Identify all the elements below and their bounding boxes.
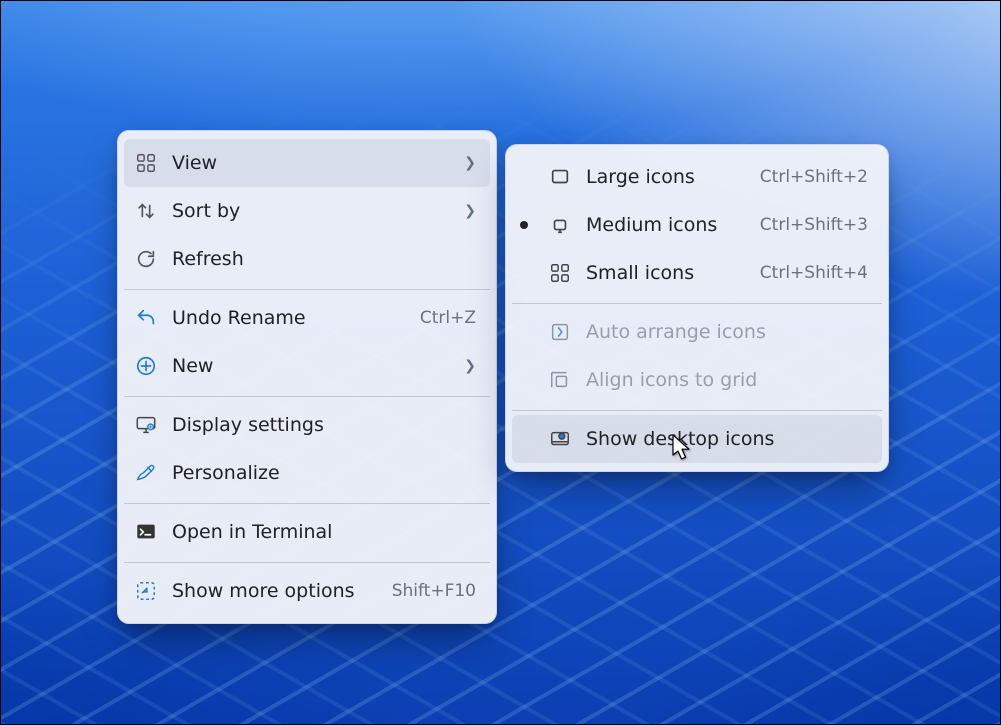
chevron-right-icon: ❯	[462, 203, 476, 219]
menu-item-label: Undo Rename	[172, 307, 406, 329]
menu-item-label: Refresh	[172, 248, 476, 270]
more-options-icon	[134, 579, 158, 603]
menu-item-accelerator: Ctrl+Z	[420, 308, 476, 328]
menu-item-accelerator: Ctrl+Shift+4	[760, 263, 868, 283]
large-icons-icon	[548, 165, 572, 189]
menu-item-label: Auto arrange icons	[586, 321, 868, 343]
menu-item-accelerator: Shift+F10	[392, 581, 476, 601]
chevron-right-icon: ❯	[462, 155, 476, 171]
menu-item-open-in-terminal[interactable]: Open in Terminal	[124, 508, 490, 556]
sort-icon	[134, 199, 158, 223]
menu-item-label: View	[172, 152, 454, 174]
grid-icon	[134, 151, 158, 175]
menu-item-personalize[interactable]: Personalize	[124, 449, 490, 497]
chevron-right-icon: ❯	[462, 358, 476, 374]
submenu-item-large-icons[interactable]: Large icons Ctrl+Shift+2	[512, 153, 882, 201]
undo-icon	[134, 306, 158, 330]
desktop-context-menu: View ❯ Sort by ❯ Refresh	[117, 130, 497, 624]
menu-group: Show desktop icons	[512, 410, 882, 465]
menu-group: Large icons Ctrl+Shift+2 Medium icons Ct…	[512, 151, 882, 299]
submenu-item-medium-icons[interactable]: Medium icons Ctrl+Shift+3	[512, 201, 882, 249]
menu-item-label: Large icons	[586, 166, 746, 188]
submenu-item-show-desktop-icons[interactable]: Show desktop icons	[512, 415, 882, 463]
menu-item-label: Sort by	[172, 200, 454, 222]
menu-item-new[interactable]: New ❯	[124, 342, 490, 390]
menu-group: Show more options Shift+F10	[124, 562, 490, 617]
personalize-icon	[134, 461, 158, 485]
menu-group: Undo Rename Ctrl+Z New ❯	[124, 289, 490, 392]
menu-item-view[interactable]: View ❯	[124, 139, 490, 187]
menu-item-label: Medium icons	[586, 214, 746, 236]
submenu-item-auto-arrange[interactable]: Auto arrange icons	[512, 308, 882, 356]
menu-item-show-more-options[interactable]: Show more options Shift+F10	[124, 567, 490, 615]
display-settings-icon	[134, 413, 158, 437]
menu-item-undo-rename[interactable]: Undo Rename Ctrl+Z	[124, 294, 490, 342]
menu-item-label: Personalize	[172, 462, 476, 484]
new-icon	[134, 354, 158, 378]
submenu-item-align-to-grid[interactable]: Align icons to grid	[512, 356, 882, 404]
menu-item-label: Small icons	[586, 262, 746, 284]
view-submenu: Large icons Ctrl+Shift+2 Medium icons Ct…	[505, 144, 889, 472]
terminal-icon	[134, 520, 158, 544]
submenu-item-small-icons[interactable]: Small icons Ctrl+Shift+4	[512, 249, 882, 297]
menu-item-sort-by[interactable]: Sort by ❯	[124, 187, 490, 235]
menu-item-accelerator: Ctrl+Shift+3	[760, 215, 868, 235]
menu-group: Open in Terminal	[124, 503, 490, 558]
show-desktop-icons-icon	[548, 427, 572, 451]
menu-item-label: Align icons to grid	[586, 369, 868, 391]
auto-arrange-icon	[548, 320, 572, 344]
menu-group: Auto arrange icons Align icons to grid	[512, 303, 882, 406]
menu-item-display-settings[interactable]: Display settings	[124, 401, 490, 449]
menu-item-label: Show desktop icons	[586, 428, 868, 450]
menu-item-label: Open in Terminal	[172, 521, 476, 543]
menu-item-accelerator: Ctrl+Shift+2	[760, 167, 868, 187]
menu-group: Display settings Personalize	[124, 396, 490, 499]
menu-item-label: Display settings	[172, 414, 476, 436]
medium-icons-icon	[548, 213, 572, 237]
menu-group: View ❯ Sort by ❯ Refresh	[124, 137, 490, 285]
refresh-icon	[134, 247, 158, 271]
mouse-cursor	[672, 434, 692, 462]
small-icons-icon	[548, 261, 572, 285]
radio-checked-icon	[520, 221, 528, 229]
menu-item-label: Show more options	[172, 580, 378, 602]
align-grid-icon	[548, 368, 572, 392]
menu-item-refresh[interactable]: Refresh	[124, 235, 490, 283]
menu-item-label: New	[172, 355, 454, 377]
